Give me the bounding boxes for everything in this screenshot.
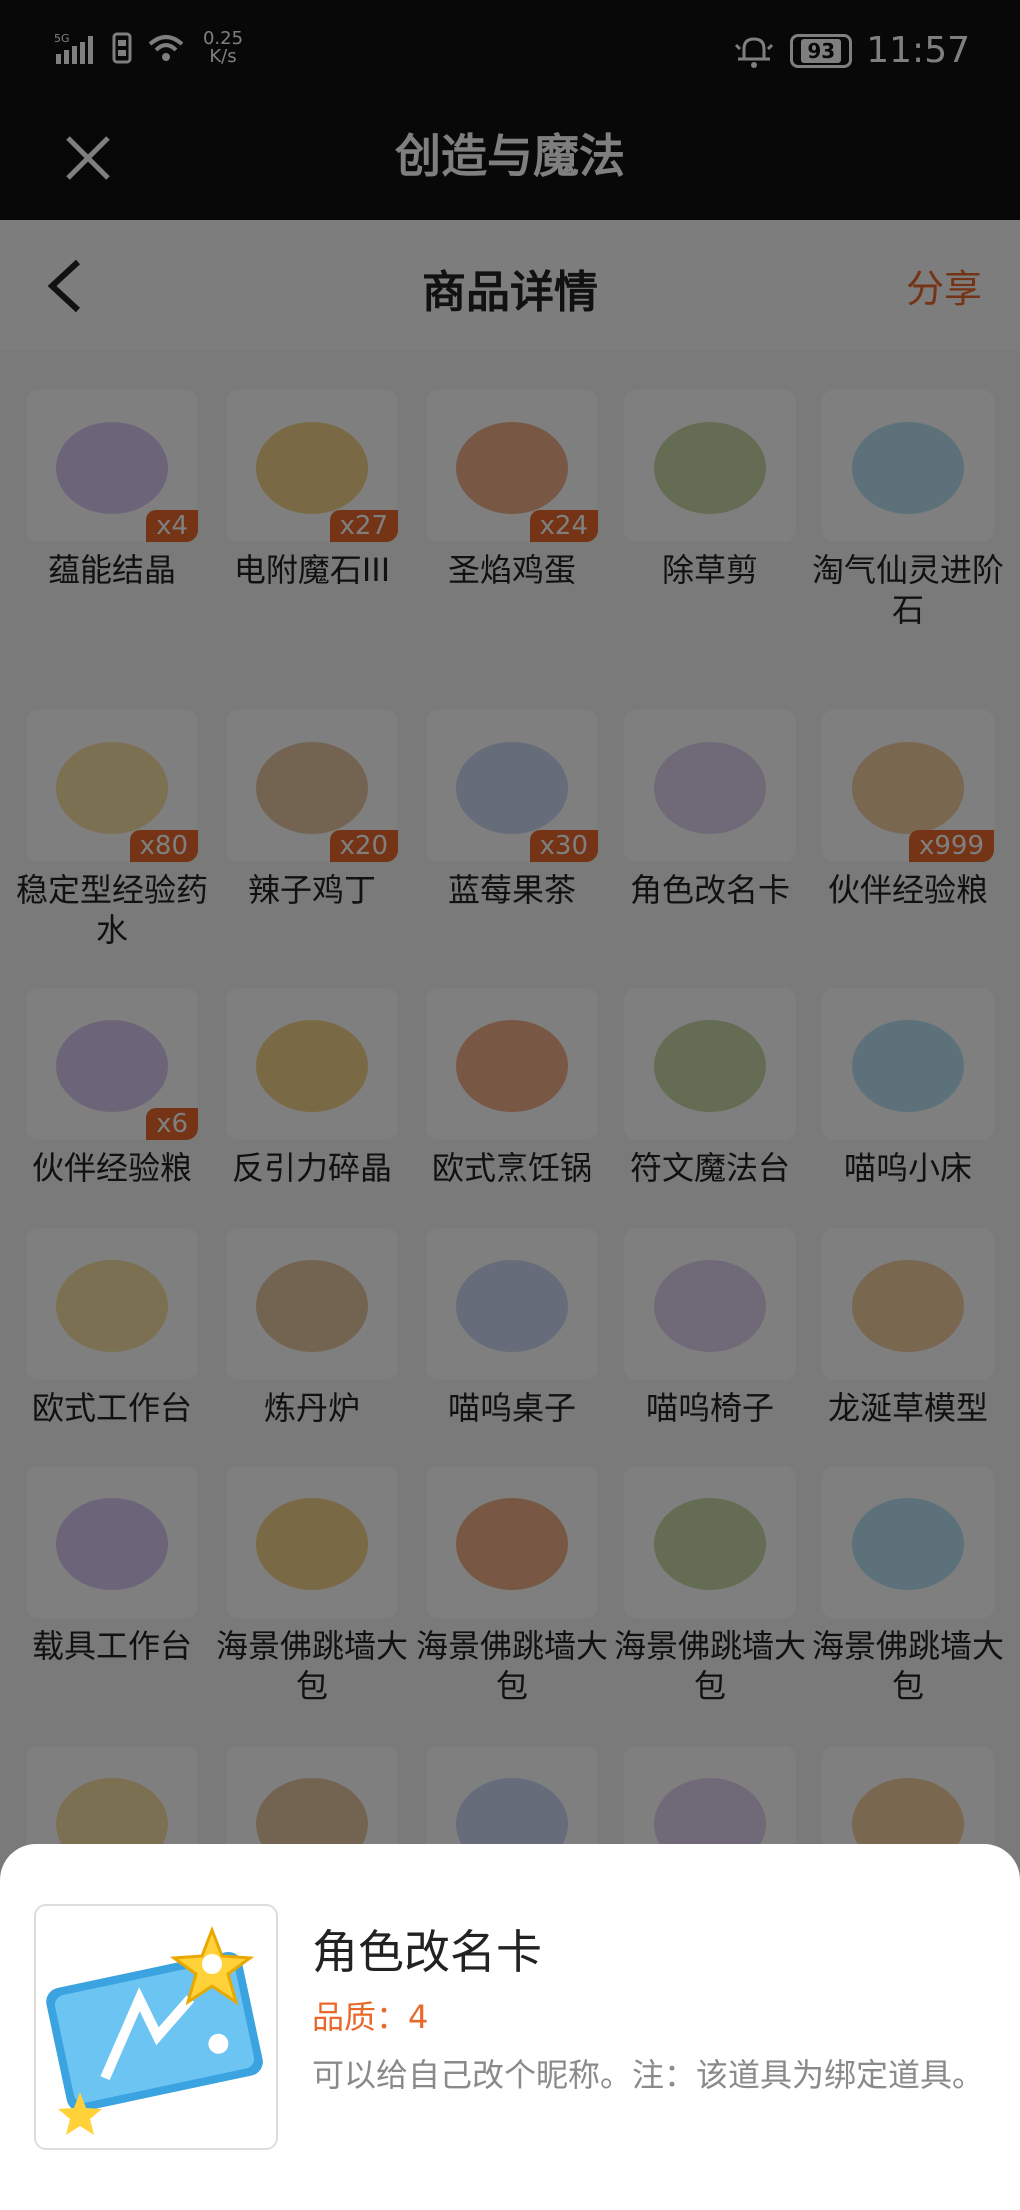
item-detail-sheet: 角色改名卡 品质：4 可以给自己改个昵称。注：该道具为绑定道具。 (0, 1844, 1020, 2210)
item-quality: 品质：4 (312, 1998, 429, 2036)
rename-card-icon (34, 1904, 278, 2150)
item-name: 角色改名卡 (312, 1925, 542, 1979)
item-description: 可以给自己改个昵称。注：该道具为绑定道具。 (312, 2056, 985, 2094)
